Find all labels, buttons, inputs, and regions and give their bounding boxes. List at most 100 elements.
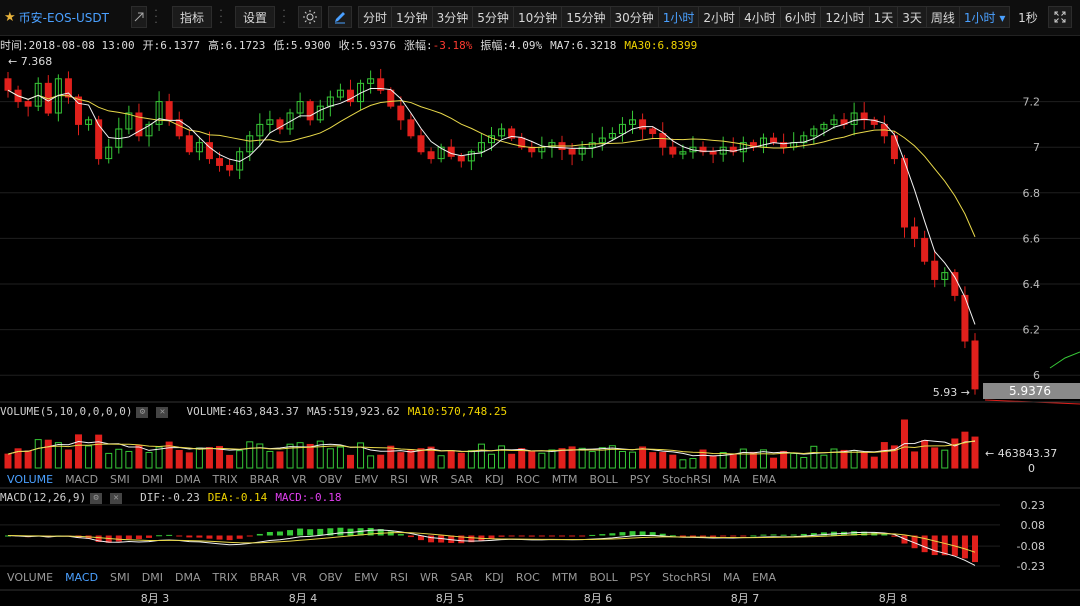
candle-body: [921, 237, 929, 262]
volume-bar: [477, 443, 485, 469]
price-tick-label: 6: [1033, 369, 1040, 382]
indicator-tab-roc[interactable]: ROC: [516, 473, 540, 489]
volume-bar: [649, 452, 657, 469]
candle-body: [447, 146, 455, 157]
indicator-tab-ma[interactable]: MA: [723, 473, 740, 489]
indicator-tab-psy[interactable]: PSY: [630, 571, 650, 587]
indicator-tab-roc[interactable]: ROC: [516, 571, 540, 587]
volume-bar: [578, 447, 586, 469]
volume-bar: [659, 452, 667, 469]
volume-bar: [770, 457, 778, 469]
volume-tick-label: ← 463843.37: [985, 447, 1057, 460]
indicator-tab-emv[interactable]: EMV: [354, 473, 378, 489]
volume-ma5-line: [7, 439, 976, 457]
macd-dif-line: [7, 529, 976, 566]
candle-body: [669, 146, 677, 155]
macd-histogram-bar: [287, 530, 294, 536]
volume-bar: [618, 450, 626, 469]
indicator-tab-stochrsi[interactable]: StochRSI: [662, 571, 711, 587]
macd-dea: DEA:-0.14: [207, 491, 268, 504]
indicator-tab-wr[interactable]: WR: [420, 571, 439, 587]
indicator-tab-macd[interactable]: MACD: [65, 473, 98, 489]
macd-histogram-bar: [266, 531, 273, 536]
settings-gear-icon[interactable]: ⚙: [136, 406, 149, 418]
macd-histogram-bar: [146, 535, 153, 538]
indicator-tab-volume[interactable]: VOLUME: [7, 571, 53, 587]
macd-histogram-bar: [931, 535, 938, 556]
close-icon[interactable]: ✕: [156, 406, 169, 418]
indicator-tab-ma[interactable]: MA: [723, 571, 740, 587]
macd-histogram-bar: [397, 534, 404, 536]
indicator-tab-emv[interactable]: EMV: [354, 571, 378, 587]
indicator-tab-smi[interactable]: SMI: [110, 473, 130, 489]
volume-bar: [417, 448, 425, 469]
indicator-tab-brar[interactable]: BRAR: [250, 571, 280, 587]
volume-value: VOLUME:463,843.37: [186, 405, 300, 418]
price-tick-label: 7: [1033, 141, 1040, 154]
candle-body: [709, 151, 717, 155]
settings-gear-icon[interactable]: ⚙: [90, 492, 103, 504]
volume-bar: [346, 454, 354, 469]
indicator-tab-sar[interactable]: SAR: [451, 473, 473, 489]
indicator-tab-sar[interactable]: SAR: [451, 571, 473, 587]
indicator-tab-ema[interactable]: EMA: [752, 571, 776, 587]
candle-body: [165, 101, 173, 121]
indicator-tab-vr[interactable]: VR: [292, 473, 307, 489]
indicator-tab-kdj[interactable]: KDJ: [485, 473, 504, 489]
volume-bar: [226, 454, 234, 469]
volume-bar: [669, 454, 677, 469]
indicator-tab-mtm[interactable]: MTM: [552, 571, 578, 587]
indicator-tab-dmi[interactable]: DMI: [142, 473, 163, 489]
volume-bar: [588, 451, 596, 469]
indicator-tab-psy[interactable]: PSY: [630, 473, 650, 489]
indicator-tab-dma[interactable]: DMA: [175, 473, 201, 489]
indicator-tab-volume[interactable]: VOLUME: [7, 473, 53, 489]
indicator-tab-dmi[interactable]: DMI: [142, 571, 163, 587]
indicator-tab-stochrsi[interactable]: StochRSI: [662, 473, 711, 489]
macd-histogram-bar: [639, 531, 646, 536]
price-chart[interactable]: 7.2 7 6.8 6.6 6.4 6.2 6 ← 7.368 5.93 → 5.9376 ← 46…: [0, 0, 1080, 606]
volume-bar: [749, 451, 757, 469]
macd-dea-line: [7, 532, 976, 553]
macd-histogram-bar: [679, 535, 686, 537]
volume-bar: [518, 448, 526, 469]
volume-bar: [820, 454, 828, 469]
volume-bar: [467, 450, 475, 469]
price-tick-label: 6.8: [1023, 187, 1041, 200]
indicator-tab-boll[interactable]: BOLL: [590, 571, 618, 587]
macd-histogram-bar: [498, 535, 505, 537]
indicator-tab-macd[interactable]: MACD: [65, 571, 98, 587]
macd-histogram-bar: [317, 528, 324, 536]
candle-body: [931, 260, 939, 280]
macd-histogram-bar: [387, 531, 394, 536]
indicator-tab-mtm[interactable]: MTM: [552, 473, 578, 489]
candle-body: [649, 128, 657, 135]
volume-bar: [598, 447, 606, 469]
indicator-tab-boll[interactable]: BOLL: [590, 473, 618, 489]
macd-histogram-bar: [256, 533, 263, 536]
indicator-tab-smi[interactable]: SMI: [110, 571, 130, 587]
indicator-tab-dma[interactable]: DMA: [175, 571, 201, 587]
macd-histogram-bar: [488, 535, 495, 539]
indicator-tab-obv[interactable]: OBV: [319, 571, 342, 587]
candle-body: [659, 133, 667, 148]
volume-bar: [800, 456, 808, 469]
indicator-tab-trix[interactable]: TRIX: [212, 473, 237, 489]
indicator-tab-trix[interactable]: TRIX: [212, 571, 237, 587]
indicator-tab-kdj[interactable]: KDJ: [485, 571, 504, 587]
indicator-tab-ema[interactable]: EMA: [752, 473, 776, 489]
candle-body: [4, 78, 12, 91]
macd-histogram-bar: [689, 535, 696, 537]
close-icon[interactable]: ✕: [110, 492, 123, 504]
last-price-label: 5.9376: [1009, 384, 1051, 398]
indicator-tab-rsi[interactable]: RSI: [390, 571, 408, 587]
macd-histogram-bar: [156, 535, 163, 537]
indicator-tab-obv[interactable]: OBV: [319, 473, 342, 489]
indicator-tab-brar[interactable]: BRAR: [250, 473, 280, 489]
candle-body: [427, 151, 435, 160]
indicator-tab-vr[interactable]: VR: [292, 571, 307, 587]
indicator-tab-wr[interactable]: WR: [420, 473, 439, 489]
x-axis-label: 8月 4: [289, 592, 318, 605]
x-axis-label: 8月 7: [731, 592, 760, 605]
indicator-tab-rsi[interactable]: RSI: [390, 473, 408, 489]
